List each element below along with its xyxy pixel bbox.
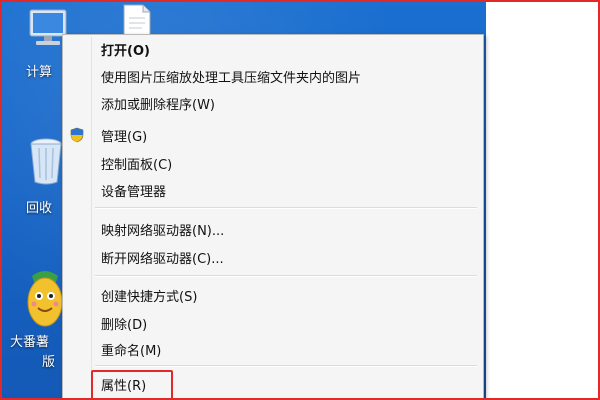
file-icon[interactable]: [122, 4, 152, 38]
menu-item-open[interactable]: 打开(O): [63, 37, 483, 61]
desktop-icon-recycle-label: 回收: [26, 201, 53, 216]
menu-item-disconnect-network-drive[interactable]: 断开网络驱动器(C)...: [63, 245, 483, 269]
menu-item-delete-label: 删除(D): [101, 317, 148, 333]
properties-highlight-box: [91, 370, 173, 400]
menu-item-rename[interactable]: 重命名(M): [63, 337, 483, 361]
context-menu: 打开(O) 使用图片压缩放处理工具压缩文件夹内的图片 添加或删除程序(W) 管理…: [62, 34, 484, 400]
desktop-icon-dafanshu-label2: 版: [42, 355, 56, 370]
menu-item-open-label: 打开(O): [101, 43, 150, 59]
desktop-icon-computer-label: 计算: [26, 65, 53, 80]
menu-item-device-manager[interactable]: 设备管理器: [63, 178, 483, 202]
menu-item-control-panel-label: 控制面板(C): [101, 157, 173, 173]
menu-item-compress-images[interactable]: 使用图片压缩放处理工具压缩文件夹内的图片: [63, 64, 483, 88]
menu-item-map-network-drive[interactable]: 映射网络驱动器(N)...: [63, 217, 483, 241]
menu-item-map-drive-label: 映射网络驱动器(N)...: [101, 223, 225, 239]
menu-item-manage-label: 管理(G): [101, 129, 148, 145]
recycle-bin-icon: [30, 138, 62, 185]
menu-separator: [95, 365, 477, 367]
menu-separator: [95, 275, 477, 277]
menu-item-rename-label: 重命名(M): [101, 343, 162, 359]
menu-item-create-shortcut[interactable]: 创建快捷方式(S): [63, 283, 483, 307]
menu-item-add-remove-programs[interactable]: 添加或删除程序(W): [63, 91, 483, 115]
menu-item-control-panel[interactable]: 控制面板(C): [63, 151, 483, 175]
menu-separator: [95, 207, 477, 209]
menu-item-add-remove-label: 添加或删除程序(W): [101, 97, 215, 113]
menu-item-device-manager-label: 设备管理器: [101, 184, 167, 200]
menu-item-delete[interactable]: 删除(D): [63, 311, 483, 335]
menu-item-disconnect-drive-label: 断开网络驱动器(C)...: [101, 251, 224, 267]
menu-item-manage[interactable]: 管理(G): [63, 123, 483, 147]
desktop-icon-dafanshu-label: 大番薯: [10, 335, 50, 350]
uac-shield-icon: [70, 127, 84, 143]
menu-item-compress-images-label: 使用图片压缩放处理工具压缩文件夹内的图片: [101, 70, 362, 86]
menu-item-create-shortcut-label: 创建快捷方式(S): [101, 289, 198, 305]
screenshot: 计算 回收 大番薯 版 打开(O) 使用图片压缩放处理工具压缩文件夹内的图片 添…: [0, 0, 600, 400]
